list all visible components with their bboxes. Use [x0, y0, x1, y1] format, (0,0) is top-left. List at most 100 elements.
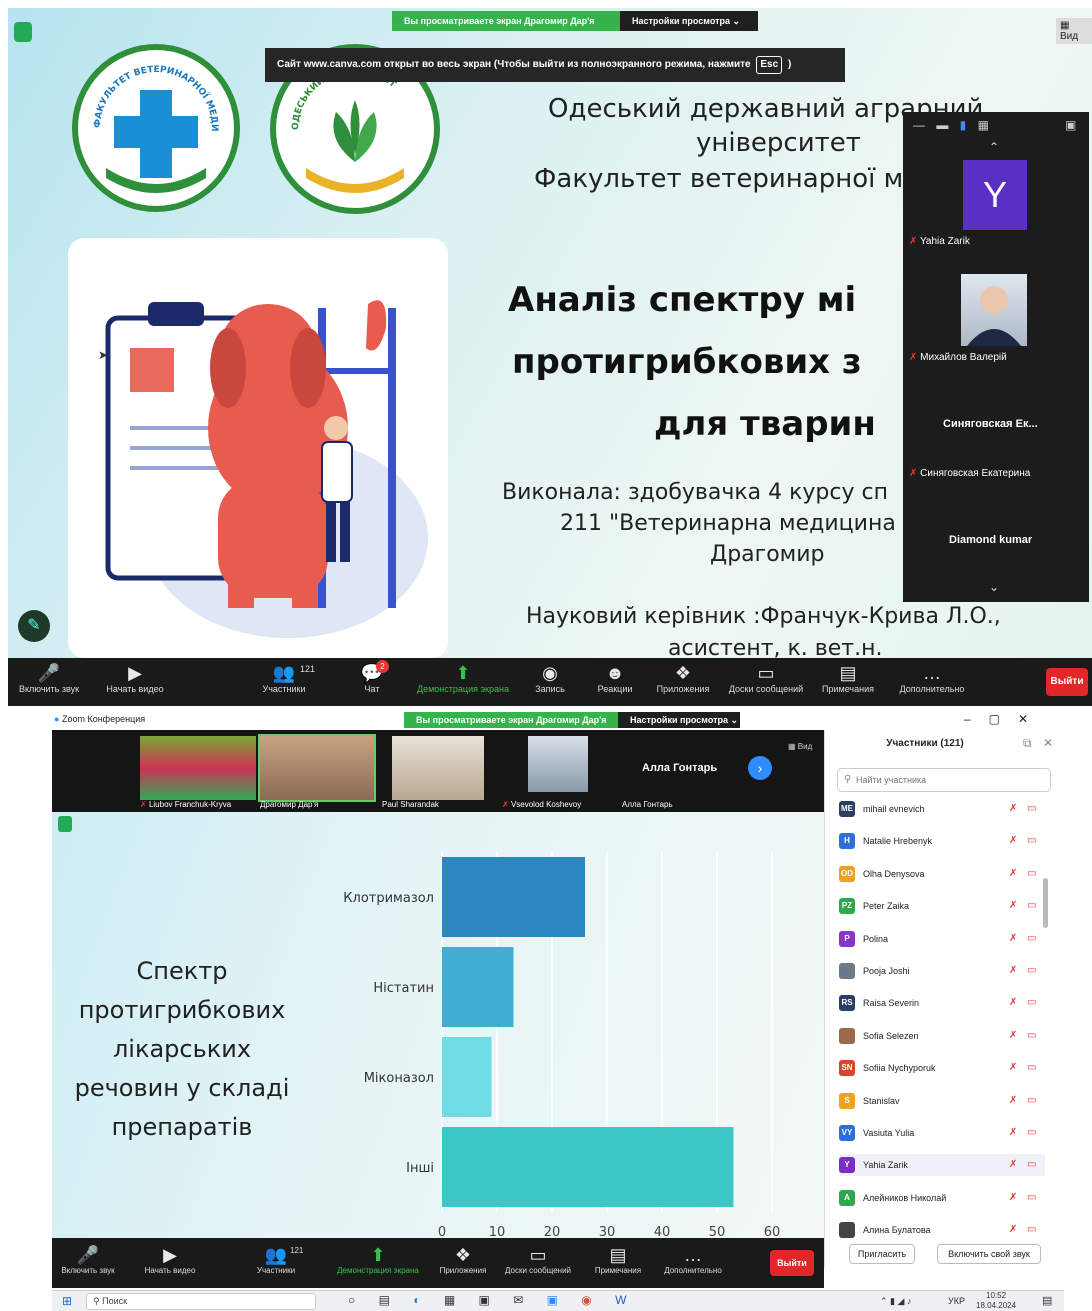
- participant-row[interactable]: H Natalie Hrebenyk ✗ ▭: [839, 830, 1045, 852]
- tile-name-label: Yahia Zarik: [920, 236, 970, 247]
- participant-row[interactable]: PZ Peter Zaika ✗ ▭: [839, 895, 1045, 917]
- x-tick-label: 60: [764, 1225, 781, 1238]
- close-panel-icon[interactable]: ✕: [1043, 736, 1053, 750]
- edge-icon[interactable]: ◐: [413, 1293, 430, 1307]
- gallery-layout-icon[interactable]: ▣: [1065, 118, 1076, 132]
- start-video-button[interactable]: ▶ Начать видео: [100, 662, 170, 694]
- participant-row[interactable]: ME mihail evnevich ✗ ▭: [839, 798, 1045, 820]
- advisor-line1: Науковий керівник :Франчук-Крива Л.О.,: [526, 604, 1001, 629]
- windows-start-icon[interactable]: ⊞: [62, 1294, 72, 1308]
- whiteboards-button[interactable]: ▭ Доски сообщений: [498, 1244, 578, 1275]
- share-screen-icon: ⬆: [370, 1245, 386, 1265]
- participants-scrollbar[interactable]: [1043, 878, 1048, 928]
- muted-mic-icon: ✗: [1009, 900, 1018, 912]
- notifications-icon[interactable]: ▤: [1042, 1294, 1052, 1307]
- scroll-up-icon[interactable]: ⌃: [989, 140, 999, 154]
- security-shield-icon[interactable]: [14, 22, 32, 42]
- video-tile-liubov: [140, 736, 256, 800]
- share-screen-button[interactable]: ⬆ Демонстрация экрана: [328, 1244, 428, 1275]
- participant-row[interactable]: Pooja Joshi ✗ ▭: [839, 960, 1045, 982]
- reactions-button[interactable]: ☻ Реакции: [590, 662, 640, 694]
- view-options-button[interactable]: Настройки просмотра ⌄: [620, 11, 758, 31]
- video-off-icon: ▭: [1027, 1094, 1037, 1106]
- participant-row[interactable]: S Stanislav ✗ ▭: [839, 1090, 1045, 1112]
- muted-mic-icon: ✗: [1009, 1127, 1018, 1138]
- unmute-me-button[interactable]: Включить свой звук: [937, 1244, 1041, 1264]
- unmute-label: Включить звук: [18, 684, 80, 694]
- chrome-icon[interactable]: ◉: [581, 1293, 601, 1307]
- participant-row[interactable]: A Алейников Николай ✗ ▭: [839, 1187, 1045, 1209]
- view-button[interactable]: ▦ Вид: [788, 742, 812, 751]
- search-input[interactable]: [856, 772, 1036, 788]
- strip-label-alla: Алла Гонтарь: [642, 762, 718, 774]
- participant-row[interactable]: Алина Булатова ✗ ▭: [839, 1219, 1045, 1241]
- apps-button[interactable]: ❖ Приложения: [432, 1244, 494, 1275]
- unmute-button[interactable]: 🎤 Включить звук: [14, 662, 84, 694]
- strip-name-label: Vsevolod Koshevoy: [510, 800, 582, 809]
- caption-line: протигрибкових: [78, 996, 286, 1024]
- notes-button[interactable]: ▤ Примечания: [588, 1244, 648, 1275]
- notes-button[interactable]: ▤ Примечания: [818, 662, 878, 694]
- view-options-label: Настройки просмотра: [632, 16, 731, 26]
- taskbar-search[interactable]: ⚲ Поиск: [86, 1293, 316, 1310]
- clock[interactable]: 10:52 18.04.2024: [976, 1291, 1016, 1311]
- participant-row[interactable]: Sofia Selezen ✗ ▭: [839, 1025, 1045, 1047]
- whiteboards-button[interactable]: ▭ Доски сообщений: [724, 662, 808, 694]
- apps-button[interactable]: ❖ Приложения: [650, 662, 716, 694]
- search-participant[interactable]: ⚲: [837, 768, 1051, 792]
- whiteboard-icon: ▭: [529, 1245, 547, 1265]
- strip-name-2: Драгомир Дар'я: [260, 800, 319, 809]
- speaker-view-icon[interactable]: ▮: [960, 118, 971, 132]
- participant-row[interactable]: Y Yahia Zarik ✗ ▭: [839, 1154, 1045, 1177]
- tile-name-synyagovska: ✗ Синяговская Екатерина: [909, 468, 1030, 479]
- gallery-controls[interactable]: — ▬ ▮ ▦: [913, 118, 993, 132]
- word-icon[interactable]: W: [615, 1293, 636, 1307]
- strip-name-label: Liubov Franchuk-Kryva: [148, 800, 232, 809]
- muted-mic-icon: ✗: [1009, 1062, 1018, 1074]
- popout-icon[interactable]: ⧉: [1023, 736, 1032, 751]
- notes-label: Примечания: [822, 684, 874, 694]
- view-options-button[interactable]: Настройки просмотра ⌄: [618, 712, 740, 728]
- share-screen-button[interactable]: ⬆ Демонстрация экрана: [408, 662, 518, 694]
- scroll-down-icon[interactable]: ⌄: [989, 580, 999, 594]
- window-controls[interactable]: –▢✕: [964, 712, 1046, 726]
- notes-label: Примечания: [594, 1266, 642, 1275]
- fullscreen-notice: Сайт www.canva.com открыт во весь экран …: [265, 48, 845, 82]
- participant-avatar: [839, 1027, 855, 1044]
- next-page-icon[interactable]: ›: [748, 756, 772, 780]
- participant-name: Stanislav: [863, 1095, 900, 1106]
- start-video-button[interactable]: ▶ Начать видео: [138, 1244, 202, 1275]
- muted-mic-icon: ✗: [502, 800, 509, 809]
- invite-button[interactable]: Пригласить: [849, 1244, 915, 1264]
- leave-button[interactable]: Выйти: [1046, 668, 1088, 696]
- participant-row[interactable]: OD Olha Denysova ✗ ▭: [839, 863, 1045, 885]
- participant-name: Алейников Николай: [863, 1192, 947, 1203]
- vet-cross-icon: ФАКУЛЬТЕТ ВЕТЕРИНАРНОЇ МЕДИЦИНИ: [74, 43, 219, 193]
- unmute-button[interactable]: 🎤 Включить звук: [56, 1244, 120, 1275]
- record-button[interactable]: ◉ Запись: [528, 662, 572, 694]
- security-shield-icon[interactable]: [58, 816, 72, 832]
- participant-row[interactable]: P Polina ✗ ▭: [839, 928, 1045, 950]
- view-button[interactable]: ▦ Вид: [1056, 18, 1092, 44]
- start-video-label: Начать видео: [144, 1266, 196, 1275]
- bottom-screenshot: ● Zoom Конференция Вы просматриваете экр…: [52, 710, 1064, 1290]
- video-off-icon: ▭: [1027, 1191, 1037, 1203]
- participant-row[interactable]: VY Vasiuta Yulia ✗ ▭: [839, 1122, 1045, 1144]
- participant-row[interactable]: RS Raisa Severin ✗ ▭: [839, 992, 1045, 1014]
- muted-mic-icon: ✗: [1009, 1029, 1018, 1041]
- more-button[interactable]: … Дополнительно: [892, 662, 972, 694]
- view-label: Вид: [1060, 31, 1079, 42]
- chat-label: Чат: [364, 684, 380, 694]
- tray-icons[interactable]: ⌃ ▮ ◢ ♪: [880, 1296, 911, 1307]
- taskbar-apps[interactable]: ○ ▤ ◐ ▦ ▣ ✉ ▣ ◉ W: [348, 1293, 636, 1307]
- mic-off-icon: 🎤: [76, 1245, 100, 1265]
- zoom-taskbar-icon[interactable]: ▣: [547, 1293, 568, 1307]
- more-button[interactable]: … Дополнительно: [656, 1244, 730, 1275]
- leave-button[interactable]: Выйти: [770, 1250, 814, 1276]
- annotate-pen-icon[interactable]: ✎: [18, 610, 50, 642]
- caption-line: препаратів: [111, 1113, 253, 1141]
- language-indicator[interactable]: УКР: [948, 1296, 965, 1306]
- participant-row[interactable]: SN Sofiia Nychyporuk ✗ ▭: [839, 1057, 1045, 1079]
- participant-avatar: S: [839, 1092, 855, 1109]
- notes-icon: ▤: [839, 663, 857, 683]
